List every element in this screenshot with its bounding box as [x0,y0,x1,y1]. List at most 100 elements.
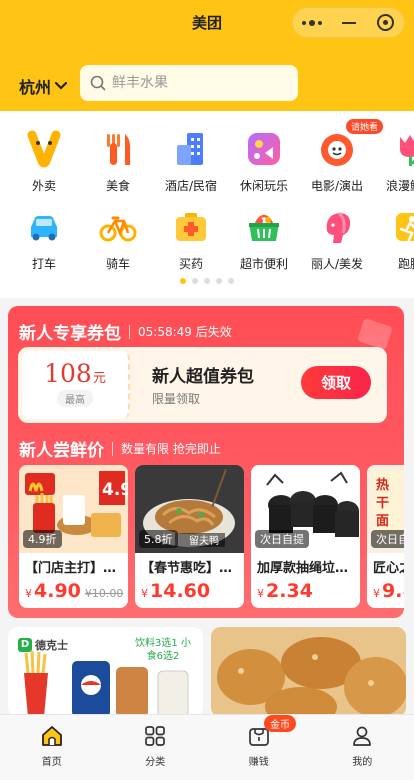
original-price: ¥10.00 [84,587,124,600]
envelope-icon [357,317,393,351]
city-selector[interactable]: 杭州 [19,74,68,98]
category-label: 外卖 [31,179,56,193]
tab-earn[interactable]: 金币 赚钱 [207,715,311,780]
currency-symbol: ¥ [257,587,264,600]
newcomer-promo-card: 新人专享券包 05:58:49 后失效 108元 最高 新人超值券包 限量领取 … [8,306,404,618]
category-food[interactable]: 美食 [83,127,153,194]
combo-image [24,650,189,717]
price-value: 9.80 [382,580,404,602]
promo-header: 新人专享券包 05:58:49 后失效 [19,319,232,344]
category-label: 打车 [31,257,56,271]
category-label: 跑腿 [397,257,414,271]
chevron-down-icon [55,82,68,90]
coupon-amount: 108 [44,359,92,388]
divider [112,441,113,456]
flower-icon [388,127,414,171]
category-label: 超市便利 [239,257,288,271]
bottom-tab-bar: 首页 分类 金币 赚钱 我的 [0,714,414,780]
svg-text:热: 热 [376,477,389,493]
category-hotel[interactable]: 酒店/民宿 [156,127,226,194]
search-bar[interactable] [80,65,298,101]
price-value: 2.34 [266,580,313,602]
category-leisure[interactable]: 休闲玩乐 [229,127,299,194]
tab-home[interactable]: 首页 [0,715,104,780]
category-label: 美食 [105,179,130,193]
product-image: 留夫鸭 5.8折 [135,465,244,553]
category-movie[interactable]: 请她看 电影/演出 [302,119,384,194]
search-input[interactable] [112,75,272,91]
svg-text:留夫鸭: 留夫鸭 [189,534,219,547]
page-dot-active [180,278,186,284]
product-price: ¥14.60 [135,576,244,602]
product-name: 加厚款抽绳垃圾袋 [257,561,360,576]
claim-button[interactable]: 领取 [301,366,371,399]
product-image: 热 干 面 次日自提 [367,465,404,553]
product-image: 次日自提 [251,465,360,553]
product-price: ¥2.34 [251,576,360,602]
category-medicine[interactable]: 买药 [156,205,226,272]
category-bike[interactable]: 骑车 [83,205,153,272]
coupon-max-tag: 最高 [57,390,93,407]
fried-chicken-image [211,627,406,717]
page-dot [216,278,222,284]
top-header: 美团 杭州 [0,0,414,111]
page-indicator [0,278,414,284]
coupon-name: 新人超值券包 [152,367,254,387]
fresh-title: 新人尝鲜价 [19,441,104,461]
product-price: ¥9.80 [367,576,404,602]
fresh-subtitle: 数量有限 抢完即止 [121,442,221,456]
target-icon [377,14,394,31]
tab-label: 赚钱 [248,757,269,768]
price-value: 14.60 [150,580,211,602]
svg-text:4.9: 4.9 [102,480,128,500]
category-grid: 外卖 美食 酒店/民宿 休闲玩乐 请她看 电影/演出 浪漫鲜花 [0,111,414,298]
page-dot [228,278,234,284]
close-miniapp-button[interactable] [367,8,404,37]
more-button[interactable] [293,8,330,37]
dicos-promo-card[interactable]: D 德克士 饮料3选1 小食6选2 [8,627,203,717]
category-label: 酒店/民宿 [164,179,218,193]
tab-label: 首页 [41,757,62,768]
category-label: 买药 [178,257,203,271]
product-name: 【门店主打】麦当劳超值套餐 [25,561,128,576]
tab-label: 我的 [352,757,373,768]
category-flower[interactable]: 浪漫鲜花 [375,127,414,194]
product-card[interactable]: 热 干 面 次日自提 匠心之选热干面 ¥9.80 [367,465,404,608]
pickup-tag: 次日自提 [255,530,309,548]
category-supermarket[interactable]: 超市便利 [229,205,299,272]
svg-text:干: 干 [376,496,389,511]
fork-knife-icon [96,127,140,171]
tab-category[interactable]: 分类 [104,715,208,780]
bike-icon [96,205,140,249]
hotel-icon [169,127,213,171]
category-label: 骑车 [105,257,130,271]
category-errand[interactable]: 跑腿 [375,205,414,272]
category-waimai[interactable]: 外卖 [9,127,79,194]
tab-mine[interactable]: 我的 [311,715,414,780]
category-beauty[interactable]: 丽人/美发 [302,205,372,272]
tab-label: 分类 [145,757,166,768]
price-value: 4.90 [34,580,81,602]
page-dot [192,278,198,284]
coupon-unit: 元 [92,371,106,386]
city-name: 杭州 [19,78,52,97]
fried-chicken-card[interactable] [211,627,406,717]
grid-icon [145,726,166,746]
minimize-button[interactable] [330,8,367,37]
coupon-subtitle: 限量领取 [152,392,201,406]
coupon-pack[interactable]: 108元 最高 新人超值券包 限量领取 领取 [18,347,387,423]
leisure-icon [242,127,286,171]
basket-icon [242,205,286,249]
waimai-icon [22,127,66,171]
product-card[interactable]: 4.9 4.9折 【门店主打】麦当劳超值套餐 ¥4.90¥10.00 [19,465,128,608]
product-card[interactable]: 留夫鸭 5.8折 【春节惠吃】留夫鸭招牌套餐 ¥14.60 [135,465,244,608]
product-price: ¥4.90 ¥10.00 [19,576,128,602]
category-taxi[interactable]: 打车 [9,205,79,272]
currency-symbol: ¥ [373,587,380,600]
car-icon [22,205,66,249]
product-name: 匠心之选热干面 [373,561,404,576]
page-dot [204,278,210,284]
product-card[interactable]: 次日自提 加厚款抽绳垃圾袋 ¥2.34 [251,465,360,608]
medicine-icon [169,205,213,249]
coupon-amount-box: 108元 最高 [22,351,130,419]
